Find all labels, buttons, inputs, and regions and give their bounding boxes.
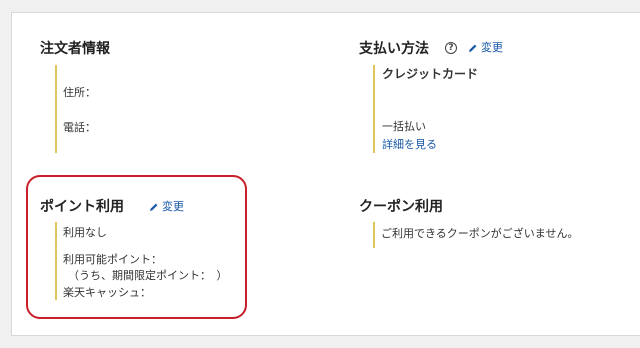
phone-label: 電話：: [63, 121, 96, 134]
coupon-usage-title: クーポン利用: [359, 199, 443, 215]
payment-method-title: 支払い方法: [359, 41, 429, 57]
orderer-info-title: 注文者情報: [40, 41, 110, 57]
question-circle-icon[interactable]: ?: [445, 42, 457, 54]
installment-value: 一括払い: [382, 120, 426, 133]
payment-change-link[interactable]: 変更: [468, 41, 503, 55]
payment-change-label[interactable]: 変更: [481, 41, 503, 55]
coupon-bar: [373, 222, 375, 248]
coupon-message: ご利用できるクーポンがございません。: [381, 227, 579, 240]
orderer-info-bar: [55, 65, 57, 153]
payment-method-value: クレジットカード: [382, 67, 479, 81]
address-label: 住所：: [63, 86, 96, 99]
points-highlight-outline: [26, 175, 247, 319]
pencil-icon: [469, 44, 477, 52]
payment-bar: [373, 65, 375, 153]
payment-details-link[interactable]: 詳細を見る: [382, 138, 437, 152]
